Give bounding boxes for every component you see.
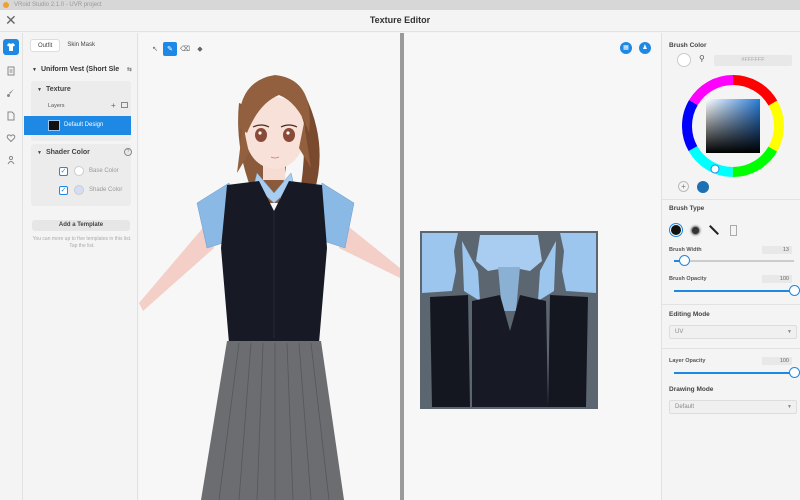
tab-skin-mask[interactable]: Skin Mask xyxy=(60,39,102,52)
chevron-down-icon: ▼ xyxy=(32,67,37,73)
uv-viewport[interactable]: ▦ ♟ xyxy=(404,33,661,500)
shade-color-label: Shade Color xyxy=(89,187,123,193)
right-panel: Brush Color ⚲ #FFFFFF + Brush Type Brush… xyxy=(661,33,800,500)
draw-toolbar: ↖ ✎ ⌫ ◆ xyxy=(148,42,208,58)
pen-icon[interactable]: ✎ xyxy=(163,42,177,56)
eraser-icon[interactable]: ⌫ xyxy=(178,42,192,56)
layer-opacity-value[interactable]: 100 xyxy=(762,357,792,365)
shade-color-checkbox[interactable]: ✓ xyxy=(59,186,68,195)
brush-icon[interactable] xyxy=(3,85,19,101)
pencil-brush-icon[interactable] xyxy=(707,223,721,237)
outfit-selector[interactable]: ▼ Uniform Vest (Short Sle ⇆ xyxy=(32,66,132,73)
file-icon[interactable] xyxy=(3,108,19,124)
shade-color-swatch[interactable] xyxy=(74,185,84,195)
drawing-mode-header: Drawing Mode xyxy=(669,386,714,393)
model-viewport[interactable]: ↖ ✎ ⌫ ◆ xyxy=(139,33,400,500)
layer-name: Default Design xyxy=(64,122,104,128)
texture-header[interactable]: ▼ Texture xyxy=(37,86,71,93)
texture-brush-icon[interactable] xyxy=(726,223,740,237)
left-panel: Outfit Skin Mask ▼ Uniform Vest (Short Sl… xyxy=(24,33,138,500)
import-image-icon[interactable] xyxy=(121,102,128,108)
person-pose-icon[interactable]: ♟ xyxy=(639,42,651,54)
divider xyxy=(662,304,800,305)
layer-opacity-slider[interactable] xyxy=(674,367,800,378)
layer-thumbnail xyxy=(48,120,60,131)
os-title-bar: VRoid Studio 2.1.0 - UVR project xyxy=(0,0,800,10)
base-color-checkbox[interactable]: ✓ xyxy=(59,167,68,176)
eyedropper-icon[interactable]: ⚲ xyxy=(699,54,705,63)
slider-fill xyxy=(674,290,794,292)
base-color-label: Base Color xyxy=(89,168,119,174)
chevron-down-icon: ▼ xyxy=(37,87,42,93)
brush-opacity-slider[interactable] xyxy=(674,285,800,296)
outfit-name: Uniform Vest (Short Sle xyxy=(40,66,120,73)
grid-icon[interactable]: ▦ xyxy=(620,42,632,54)
saved-color-swatch[interactable] xyxy=(697,181,709,193)
shirt-icon[interactable] xyxy=(3,39,19,55)
divider xyxy=(662,348,800,349)
slider-knob[interactable] xyxy=(679,255,691,266)
tab-outfit[interactable]: Outfit xyxy=(30,39,61,52)
layer-opacity-label: Layer Opacity xyxy=(669,358,706,364)
brush-width-value[interactable]: 13 xyxy=(762,246,792,254)
editing-mode-select[interactable]: UV ▼ xyxy=(669,325,797,339)
editor-header: ✕ Texture Editor xyxy=(0,10,800,32)
page-title: Texture Editor xyxy=(369,15,431,25)
add-swatch-icon[interactable]: + xyxy=(678,181,689,192)
round-brush-icon[interactable] xyxy=(669,223,683,237)
template-note: You can more up to five templates in thi… xyxy=(32,236,132,249)
brush-width-slider[interactable] xyxy=(674,255,794,266)
chevron-down-icon: ▼ xyxy=(37,150,42,156)
brush-color-header: Brush Color xyxy=(669,42,707,49)
heart-icon[interactable] xyxy=(3,130,19,146)
divider xyxy=(662,199,800,200)
drawing-mode-select[interactable]: Default ▼ xyxy=(669,400,797,414)
layers-label: Layers xyxy=(48,103,65,109)
slider-knob[interactable] xyxy=(788,367,800,378)
left-icon-rail xyxy=(0,33,23,500)
current-color-swatch[interactable] xyxy=(677,53,691,67)
shader-color-header[interactable]: ▼ Shader Color xyxy=(37,149,90,156)
brush-width-label: Brush Width xyxy=(669,247,702,253)
document-icon[interactable] xyxy=(3,63,19,79)
app-icon xyxy=(3,2,9,8)
chevron-down-icon: ▼ xyxy=(787,404,792,410)
os-window-title: VRoid Studio 2.1.0 - UVR project xyxy=(14,2,102,8)
slider-knob[interactable] xyxy=(788,285,800,296)
texture-editor-window: VRoid Studio 2.1.0 - UVR project ✕ Textu… xyxy=(0,0,800,500)
slider-fill xyxy=(674,372,794,374)
person-icon[interactable] xyxy=(3,152,19,168)
hex-color-input[interactable]: #FFFFFF xyxy=(714,55,792,66)
layer-row-selected[interactable]: Default Design xyxy=(24,116,131,135)
brush-opacity-value[interactable]: 100 xyxy=(762,275,792,283)
editing-mode-header: Editing Mode xyxy=(669,311,710,318)
shader-color-card: ▼ Shader Color ? ✓ Base Color ✓ Shade Col… xyxy=(31,144,132,206)
add-layer-icon[interactable]: + xyxy=(111,101,116,110)
add-template-button[interactable]: Add a Template xyxy=(32,220,130,231)
brush-type-header: Brush Type xyxy=(669,205,705,212)
help-icon[interactable]: ? xyxy=(124,148,132,156)
chevron-down-icon: ▼ xyxy=(787,329,792,335)
select-arrow-icon[interactable]: ↖ xyxy=(148,42,162,56)
swap-icon[interactable]: ⇆ xyxy=(127,66,132,73)
color-wheel[interactable] xyxy=(680,73,786,179)
base-color-swatch[interactable] xyxy=(74,166,84,176)
fill-icon[interactable]: ◆ xyxy=(193,42,207,56)
panel-tabs: Outfit Skin Mask xyxy=(30,39,102,52)
avatar-model xyxy=(139,75,400,500)
uv-texture-image xyxy=(420,231,598,409)
brush-opacity-label: Brush Opacity xyxy=(669,276,707,282)
soft-brush-icon[interactable] xyxy=(688,223,702,237)
